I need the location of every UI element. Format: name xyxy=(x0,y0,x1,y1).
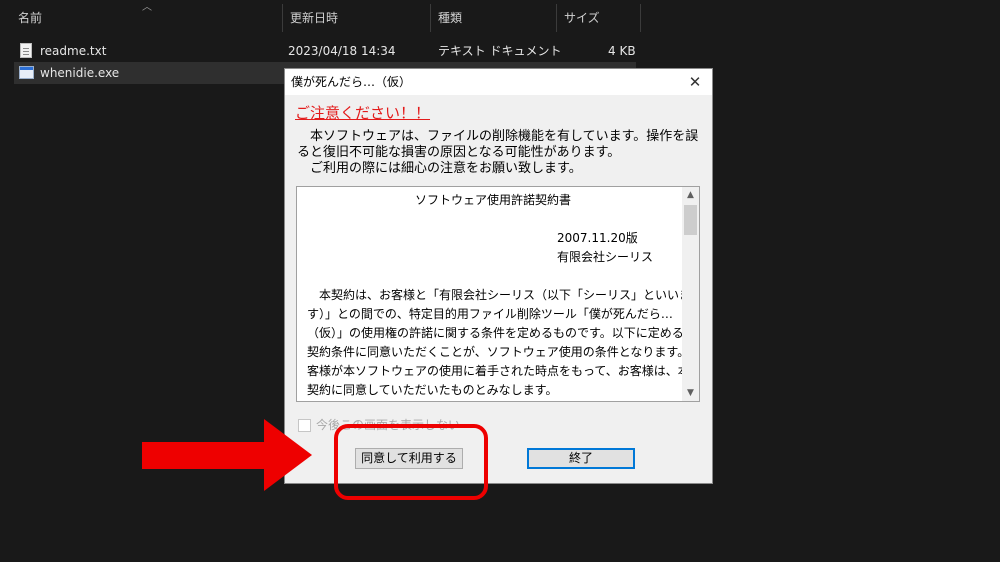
column-separator[interactable] xyxy=(556,4,557,32)
license-text: ソフトウェア使用許諾契約書 2007.11.20版 有限会社シーリス 本契約は、… xyxy=(307,191,700,400)
warning-line: ご利用の際には細心の注意をお願い致します。 xyxy=(297,161,582,176)
warning-title: ご注意ください！！ xyxy=(295,104,431,122)
warning-line: ると復旧不可能な損害の原因となる可能性があります。 xyxy=(297,145,621,160)
file-name: readme.txt xyxy=(40,44,107,58)
license-heading: ソフトウェア使用許諾契約書 xyxy=(414,193,571,207)
column-size[interactable]: サイズ xyxy=(564,0,600,36)
license-company: 有限会社シーリス xyxy=(557,250,654,264)
scroll-thumb[interactable] xyxy=(684,205,697,235)
red-highlight-box xyxy=(334,424,488,500)
exit-button[interactable]: 終了 xyxy=(527,448,635,469)
file-size: 4 KB xyxy=(608,44,636,58)
file-modified: 2023/04/18 14:34 xyxy=(288,44,396,58)
file-name: whenidie.exe xyxy=(40,66,120,80)
dialog-title: 僕が死んだら…（仮） xyxy=(291,75,412,89)
license-scrollbar[interactable]: ▲ ▼ xyxy=(682,187,699,401)
exe-file-icon xyxy=(19,66,34,79)
license-line: （仮）」の使用権の許諾に関する条件を定めるものです。以下に定める xyxy=(307,326,684,340)
license-line: 客様が本ソフトウェアの使用に着手された時点をもって、お客様は、本 xyxy=(307,364,690,378)
scroll-up-icon[interactable]: ▲ xyxy=(682,187,699,203)
license-textarea[interactable]: ソフトウェア使用許諾契約書 2007.11.20版 有限会社シーリス 本契約は、… xyxy=(296,186,700,402)
arrow-head-icon xyxy=(264,419,312,491)
scroll-down-icon[interactable]: ▼ xyxy=(682,385,699,401)
column-name[interactable]: 名前 xyxy=(18,0,42,36)
warning-text: 本ソフトウェアは、ファイルの削除機能を有しています。操作を誤 ると復旧不可能な損… xyxy=(297,129,707,177)
license-version: 2007.11.20版 xyxy=(557,231,638,245)
column-modified[interactable]: 更新日時 xyxy=(290,0,338,36)
column-separator[interactable] xyxy=(640,4,641,32)
license-line: 契約条件に同意いただくことが、ソフトウェア使用の条件となります。お xyxy=(307,345,700,359)
sort-ascending-icon: ︿ xyxy=(142,2,152,13)
column-type[interactable]: 種類 xyxy=(438,0,462,36)
text-file-icon xyxy=(20,43,32,58)
column-separator[interactable] xyxy=(430,4,431,32)
license-line: 契約に同意していただいたものとみなします。 xyxy=(307,383,558,397)
close-icon[interactable]: ✕ xyxy=(678,69,712,95)
file-row-readme[interactable]: readme.txt 2023/04/18 14:34 テキスト ドキュメント … xyxy=(14,40,636,62)
license-line: 本契約は、お客様と「有限会社シーリス（以下「シーリス」といいま xyxy=(307,288,692,302)
license-line: す）」との間での、特定目的用ファイル削除ツール「僕が死んだら… xyxy=(307,307,673,321)
dialog-titlebar[interactable]: 僕が死んだら…（仮） ✕ xyxy=(285,69,712,95)
arrow-shaft xyxy=(142,442,264,469)
red-arrow-annotation xyxy=(142,419,312,491)
column-header: ︿ 名前 更新日時 種類 サイズ xyxy=(0,0,641,36)
license-dialog: 僕が死んだら…（仮） ✕ ご注意ください！！ 本ソフトウェアは、ファイルの削除機… xyxy=(284,68,713,484)
file-type: テキスト ドキュメント xyxy=(438,44,562,58)
warning-line: 本ソフトウェアは、ファイルの削除機能を有しています。操作を誤 xyxy=(297,129,699,144)
column-separator[interactable] xyxy=(282,4,283,32)
